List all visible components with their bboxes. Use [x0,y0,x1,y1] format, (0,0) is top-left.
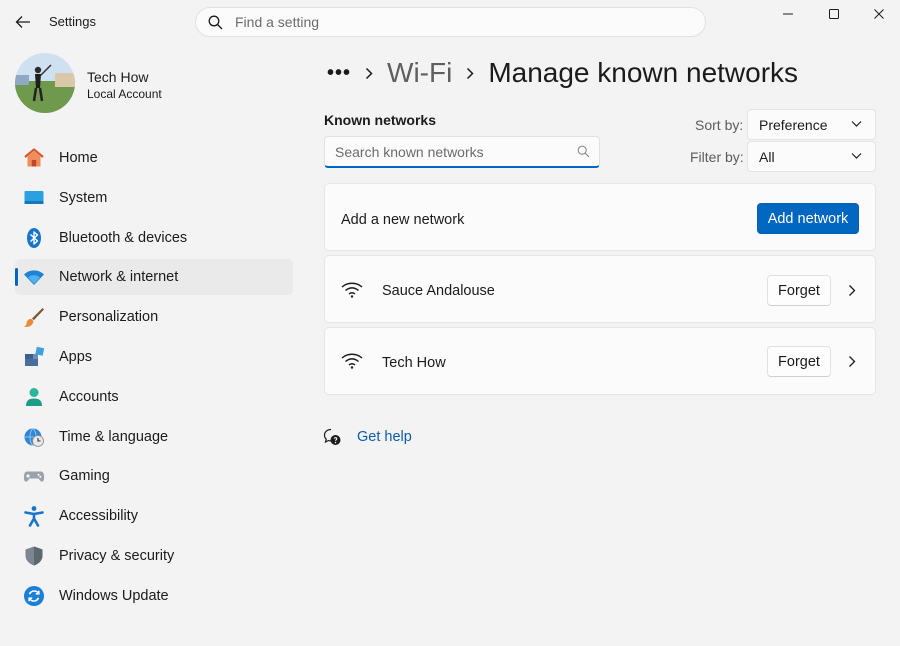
app-title: Settings [49,14,96,29]
sidebar-item-network[interactable]: Network & internet [15,259,293,296]
sidebar-item-label: Gaming [59,468,110,485]
chevron-right-icon [365,67,373,80]
gamepad-icon [23,465,45,487]
person-icon [23,386,45,408]
forget-button[interactable]: Forget [767,346,831,377]
brush-icon [23,306,45,328]
sidebar-item-label: Personalization [59,309,159,326]
sidebar-item-accessibility[interactable]: Accessibility [15,498,293,534]
maximize-button[interactable] [812,2,856,26]
network-name: Tech How [382,355,446,371]
minimize-button[interactable] [766,2,810,26]
sidebar-item-personalization[interactable]: Personalization [15,299,293,335]
home-icon [23,147,45,169]
chevron-down-icon [851,121,862,127]
chevron-down-icon [851,153,862,159]
sort-by-dropdown[interactable]: Preference [747,109,876,140]
bluetooth-icon [23,227,45,249]
sort-by-label: Sort by: [695,117,744,133]
known-networks-search-input[interactable] [335,143,570,160]
known-networks-heading: Known networks [324,112,437,128]
chevron-right-icon [466,67,474,80]
sidebar-item-windows-update[interactable]: Windows Update [15,578,293,614]
sidebar-item-accounts[interactable]: Accounts [15,379,293,415]
sidebar-item-label: Bluetooth & devices [59,229,188,246]
sidebar-item-system[interactable]: System [15,180,293,216]
sidebar-item-home[interactable]: Home [15,140,293,176]
sidebar-item-privacy-security[interactable]: Privacy & security [15,538,293,574]
filter-by-dropdown[interactable]: All [747,141,876,172]
search-icon [577,145,590,158]
sidebar-item-label: Network & internet [59,269,179,286]
sidebar-item-label: Time & language [59,428,169,445]
page-title: Manage known networks [488,57,799,88]
search-icon [208,15,223,29]
update-icon [23,585,45,607]
chevron-right-icon[interactable] [845,283,859,297]
avatar [15,53,75,113]
chevron-right-icon[interactable] [845,354,859,368]
network-name: Sauce Andalouse [382,283,495,299]
sidebar-item-label: Windows Update [59,587,169,604]
add-network-button[interactable]: Add network [757,203,859,234]
known-networks-search-box[interactable] [324,136,600,168]
sidebar-item-bluetooth[interactable]: Bluetooth & devices [15,220,293,256]
sidebar-item-apps[interactable]: Apps [15,339,293,375]
system-icon [23,187,45,209]
arrow-left-icon [15,16,30,28]
profile-account-type: Local Account [87,87,162,101]
breadcrumb: ••• Wi-Fi Manage known networks [327,55,798,91]
filter-by-value: All [759,148,775,165]
back-button[interactable] [10,10,36,34]
sidebar-nav: Home System Bluetooth & devices Network … [15,140,293,618]
settings-search-input[interactable] [235,14,655,30]
sidebar-item-gaming[interactable]: Gaming [15,458,293,494]
title-bar: Settings [0,0,900,44]
breadcrumb-overflow-button[interactable]: ••• [327,62,351,85]
shield-icon [23,545,45,567]
maximize-icon [829,9,839,19]
sidebar-item-label: System [59,189,108,206]
minimize-icon [783,13,793,15]
sort-by-value: Preference [759,116,828,133]
sidebar-item-label: Accessibility [59,508,138,525]
forget-button[interactable]: Forget [767,275,831,306]
close-button[interactable] [857,2,900,26]
filter-by-label: Filter by: [690,149,744,165]
wifi-icon [23,266,45,288]
wifi-signal-icon [341,353,363,369]
wifi-signal-icon [341,282,363,298]
profile-name: Tech How [87,69,149,85]
sidebar-item-label: Privacy & security [59,547,175,564]
accessibility-icon [23,505,45,527]
get-help-link[interactable]: Get help [323,428,412,446]
close-icon [874,9,884,19]
settings-search-box[interactable] [195,7,706,37]
globe-clock-icon [23,426,45,448]
breadcrumb-wifi-link[interactable]: Wi-Fi [387,57,452,89]
add-network-text: Add a new network [341,212,465,228]
sidebar-item-label: Accounts [59,388,119,405]
apps-icon [23,346,45,368]
sidebar-item-label: Home [59,150,98,166]
sidebar-item-label: Apps [59,348,93,365]
sidebar-item-time-language[interactable]: Time & language [15,419,293,455]
help-chat-icon [323,428,341,445]
get-help-label[interactable]: Get help [357,429,412,445]
